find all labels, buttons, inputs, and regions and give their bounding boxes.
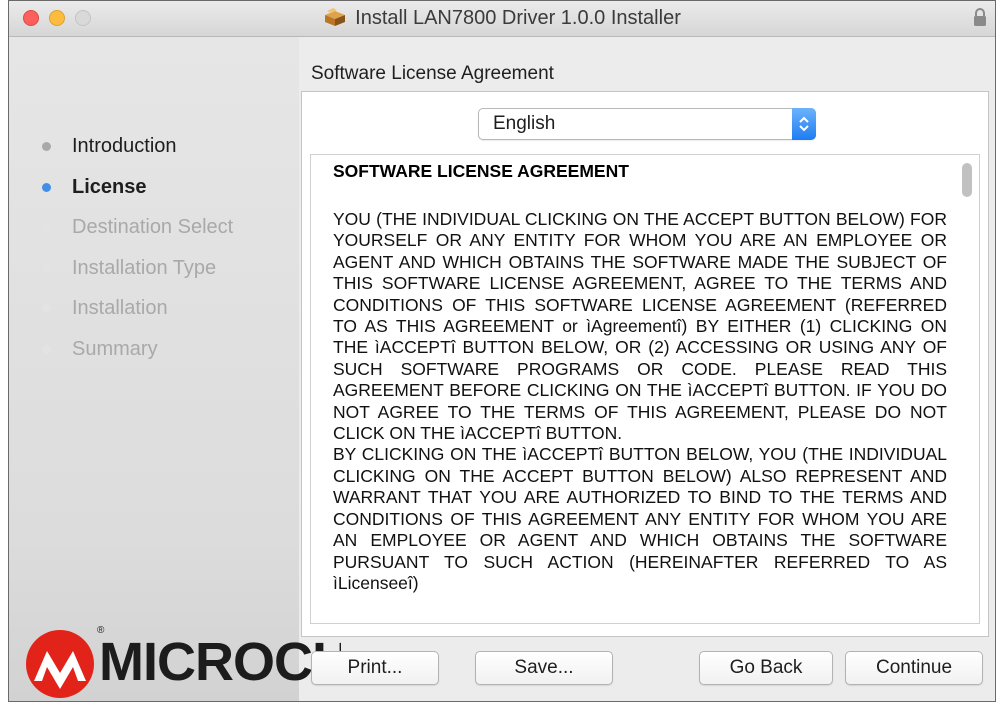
window-title: Install LAN7800 Driver 1.0.0 Installer	[355, 7, 681, 29]
step-label: License	[72, 175, 147, 198]
step-indicator	[42, 182, 51, 192]
language-select[interactable]: English	[478, 108, 816, 140]
package-icon	[325, 8, 346, 26]
license-paragraph: BY CLICKING ON THE ìACCEPTî BUTTON BELOW…	[333, 444, 947, 593]
select-arrows-icon[interactable]	[792, 108, 816, 140]
save-button[interactable]: Save...	[475, 651, 613, 685]
window-title-wrap: Install LAN7800 Driver 1.0.0 Installer	[9, 7, 995, 30]
language-select-value: English	[493, 113, 556, 134]
microchip-logo-icon	[26, 630, 94, 698]
go-back-button[interactable]: Go Back	[699, 651, 833, 685]
step-indicator	[42, 223, 51, 232]
license-panel: English SOFTWARE LICENSE AGREEMENT YOU (…	[301, 91, 989, 637]
license-paragraph: YOU (THE INDIVIDUAL CLICKING ON THE ACCE…	[333, 209, 947, 444]
title-bar[interactable]: Install LAN7800 Driver 1.0.0 Installer	[9, 1, 995, 37]
logo-wordmark: MICROCHIP	[99, 632, 341, 692]
license-document: SOFTWARE LICENSE AGREEMENT YOU (THE INDI…	[333, 161, 947, 594]
continue-button[interactable]: Continue	[845, 651, 983, 685]
step-label: Introduction	[72, 135, 177, 157]
print-button[interactable]: Print...	[311, 651, 439, 685]
step-indicator	[42, 142, 51, 151]
installer-window: Install LAN7800 Driver 1.0.0 Installer I…	[8, 0, 996, 702]
step-indicator	[42, 304, 51, 313]
step-label: Installation Type	[72, 256, 217, 279]
step-label: Summary	[72, 337, 158, 360]
license-heading: SOFTWARE LICENSE AGREEMENT	[333, 161, 629, 181]
step-indicator	[42, 263, 51, 273]
lock-icon	[974, 8, 986, 26]
step-indicator	[42, 344, 51, 354]
license-text-area[interactable]: SOFTWARE LICENSE AGREEMENT YOU (THE INDI…	[310, 154, 980, 624]
step-label: Destination Select	[72, 216, 234, 238]
section-title: Software License Agreement	[311, 63, 554, 84]
microchip-logo: ® MICROCHIP	[21, 619, 341, 701]
scrollbar-thumb[interactable]	[962, 163, 972, 197]
step-label: Installation	[72, 297, 168, 319]
